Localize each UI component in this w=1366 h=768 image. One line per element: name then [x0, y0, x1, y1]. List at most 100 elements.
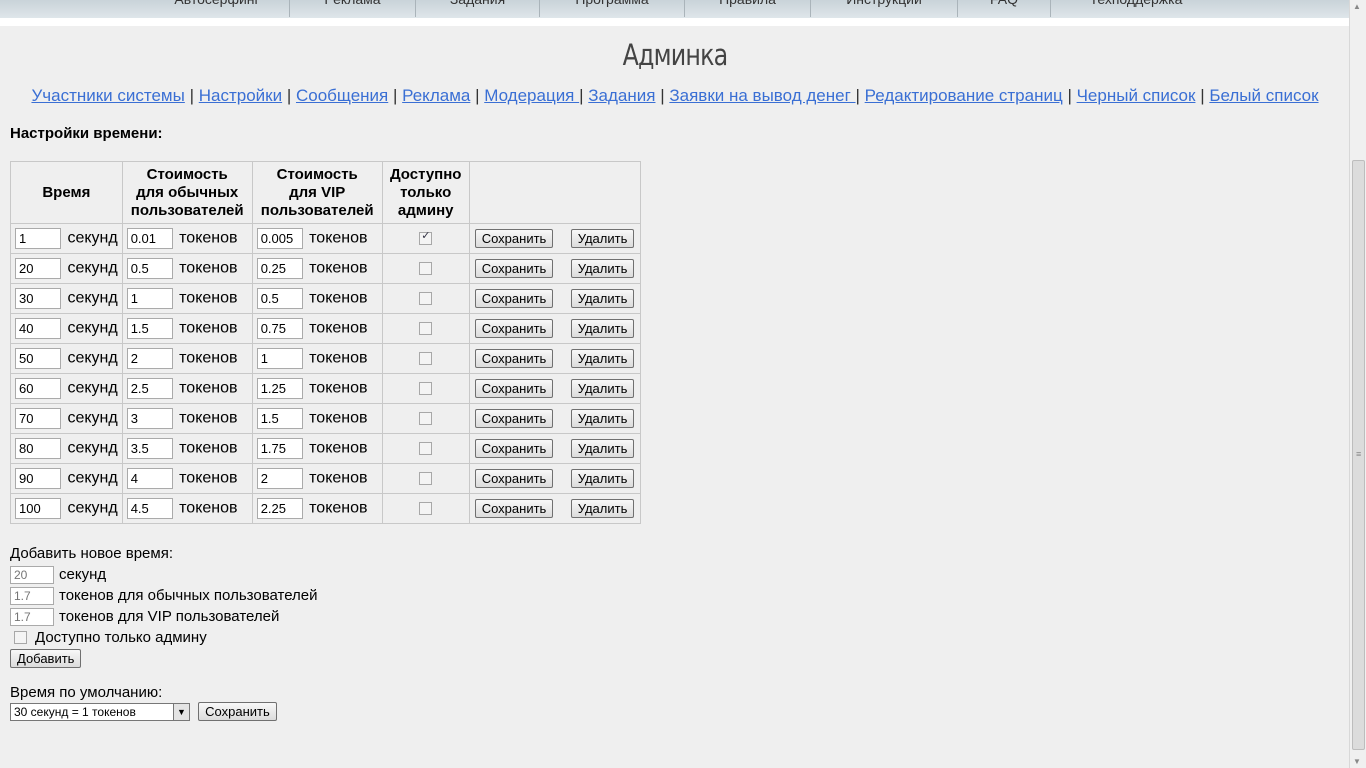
- chevron-down-icon[interactable]: ▼: [173, 704, 189, 721]
- nav-item-ads[interactable]: Реклама: [290, 0, 416, 17]
- regular-cost-input[interactable]: [126, 438, 173, 459]
- add-seconds-input[interactable]: [10, 565, 54, 584]
- table-header-row: Время Стоимость для обычных пользователе…: [10, 161, 641, 224]
- seconds-input[interactable]: [15, 468, 61, 489]
- nav-item-autosurf[interactable]: Автосерфинг: [145, 0, 290, 17]
- save-button[interactable]: Сохранить: [474, 229, 554, 248]
- delete-button[interactable]: Удалить: [570, 439, 635, 458]
- seconds-input[interactable]: [15, 318, 61, 339]
- seconds-input[interactable]: [15, 378, 61, 399]
- seconds-input[interactable]: [15, 408, 61, 429]
- save-button[interactable]: Сохранить: [474, 499, 554, 518]
- admin-only-checkbox[interactable]: [419, 261, 433, 275]
- admin-link-members[interactable]: Участники системы: [31, 86, 184, 105]
- admin-link-ads[interactable]: Реклама: [402, 86, 470, 105]
- delete-button[interactable]: Удалить: [570, 259, 635, 278]
- admin-only-checkbox[interactable]: [419, 411, 433, 425]
- seconds-input[interactable]: [15, 288, 61, 309]
- vip-cost-input[interactable]: [256, 228, 303, 249]
- regular-cost-input[interactable]: [126, 258, 173, 279]
- regular-cost-input[interactable]: [126, 408, 173, 429]
- regular-cost-input[interactable]: [126, 468, 173, 489]
- vip-cost-input[interactable]: [256, 258, 303, 279]
- delete-button[interactable]: Удалить: [570, 379, 635, 398]
- delete-button[interactable]: Удалить: [570, 349, 635, 368]
- add-regular-row: токенов для обычных пользователей: [10, 585, 318, 606]
- admin-only-checkbox[interactable]: [419, 351, 433, 365]
- admin-link-tasks[interactable]: Задания: [588, 86, 655, 105]
- add-admin-only-checkbox[interactable]: [14, 631, 27, 644]
- admin-link-withdrawals[interactable]: Заявки на вывод денег: [669, 86, 855, 105]
- vip-cost-input[interactable]: [256, 468, 303, 489]
- admin-only-checkbox[interactable]: [419, 501, 433, 515]
- vip-cost-input[interactable]: [256, 408, 303, 429]
- header-line: админу: [397, 201, 454, 219]
- save-button[interactable]: Сохранить: [474, 259, 554, 278]
- save-button[interactable]: Сохранить: [474, 439, 554, 458]
- vip-cost-input[interactable]: [256, 438, 303, 459]
- vip-cost-cell: токенов: [251, 343, 383, 374]
- regular-cost-cell: токенов: [121, 223, 253, 254]
- seconds-input[interactable]: [15, 498, 61, 519]
- vip-cost-input[interactable]: [256, 378, 303, 399]
- save-button[interactable]: Сохранить: [474, 289, 554, 308]
- tokens-unit: токенов: [179, 319, 238, 337]
- admin-only-checkbox[interactable]: [419, 441, 433, 455]
- vip-cost-input[interactable]: [256, 318, 303, 339]
- admin-link-page-editing[interactable]: Редактирование страниц: [865, 86, 1063, 105]
- nav-item-program[interactable]: Программа: [540, 0, 685, 17]
- save-button[interactable]: Сохранить: [474, 409, 554, 428]
- regular-cost-input[interactable]: [126, 378, 173, 399]
- admin-link-messages[interactable]: Сообщения: [296, 86, 388, 105]
- seconds-input[interactable]: [15, 438, 61, 459]
- default-time-save-button[interactable]: Сохранить: [198, 702, 277, 721]
- admin-link-whitelist[interactable]: Белый список: [1209, 86, 1318, 105]
- nav-item-faq[interactable]: FAQ: [958, 0, 1051, 17]
- admin-only-checkbox[interactable]: [419, 471, 433, 485]
- seconds-input[interactable]: [15, 348, 61, 369]
- seconds-input[interactable]: [15, 228, 61, 249]
- admin-link-settings[interactable]: Настройки: [199, 86, 282, 105]
- nav-item-rules[interactable]: Правила: [685, 0, 811, 17]
- vip-cost-input[interactable]: [256, 288, 303, 309]
- add-regular-cost-input[interactable]: [10, 586, 54, 605]
- add-button[interactable]: Добавить: [10, 649, 82, 668]
- add-vip-cost-input[interactable]: [10, 607, 54, 626]
- save-button[interactable]: Сохранить: [474, 469, 554, 488]
- vertical-scrollbar[interactable]: ▲ ≡ ▼: [1349, 0, 1366, 768]
- vip-cost-input[interactable]: [256, 498, 303, 519]
- save-button[interactable]: Сохранить: [474, 319, 554, 338]
- regular-cost-input[interactable]: [126, 348, 173, 369]
- nav-item-instructions[interactable]: Инструкции: [811, 0, 958, 17]
- nav-item-tasks[interactable]: Задания: [416, 0, 540, 17]
- admin-link-moderation[interactable]: Модерация: [484, 86, 579, 105]
- delete-button[interactable]: Удалить: [570, 409, 635, 428]
- vip-cost-input[interactable]: [256, 348, 303, 369]
- save-button[interactable]: Сохранить: [474, 349, 554, 368]
- scroll-down-icon[interactable]: ▼: [1353, 757, 1361, 766]
- scroll-up-icon[interactable]: ▲: [1353, 2, 1361, 11]
- regular-cost-input[interactable]: [126, 318, 173, 339]
- delete-button[interactable]: Удалить: [570, 499, 635, 518]
- regular-cost-input[interactable]: [126, 498, 173, 519]
- actions-cell: Сохранить Удалить: [468, 283, 641, 314]
- nav-item-support[interactable]: Техподдержка: [1051, 0, 1221, 17]
- save-button[interactable]: Сохранить: [474, 379, 554, 398]
- regular-cost-input[interactable]: [126, 228, 173, 249]
- admin-only-checkbox[interactable]: [419, 229, 433, 245]
- nav-separator: |: [1200, 86, 1205, 105]
- delete-button[interactable]: Удалить: [570, 469, 635, 488]
- admin-link-blacklist[interactable]: Черный список: [1077, 86, 1196, 105]
- delete-button[interactable]: Удалить: [570, 319, 635, 338]
- seconds-input[interactable]: [15, 258, 61, 279]
- admin-only-checkbox[interactable]: [419, 321, 433, 335]
- delete-button[interactable]: Удалить: [570, 289, 635, 308]
- default-time-select[interactable]: 30 секунд = 1 токенов ▼: [10, 703, 190, 722]
- delete-button[interactable]: Удалить: [570, 229, 635, 248]
- scrollbar-thumb[interactable]: ≡: [1352, 160, 1365, 750]
- time-cell: секунд: [10, 313, 123, 344]
- admin-only-checkbox[interactable]: [419, 381, 433, 395]
- top-navigation: Автосерфинг Реклама Задания Программа Пр…: [0, 0, 1350, 19]
- regular-cost-input[interactable]: [126, 288, 173, 309]
- admin-only-checkbox[interactable]: [419, 291, 433, 305]
